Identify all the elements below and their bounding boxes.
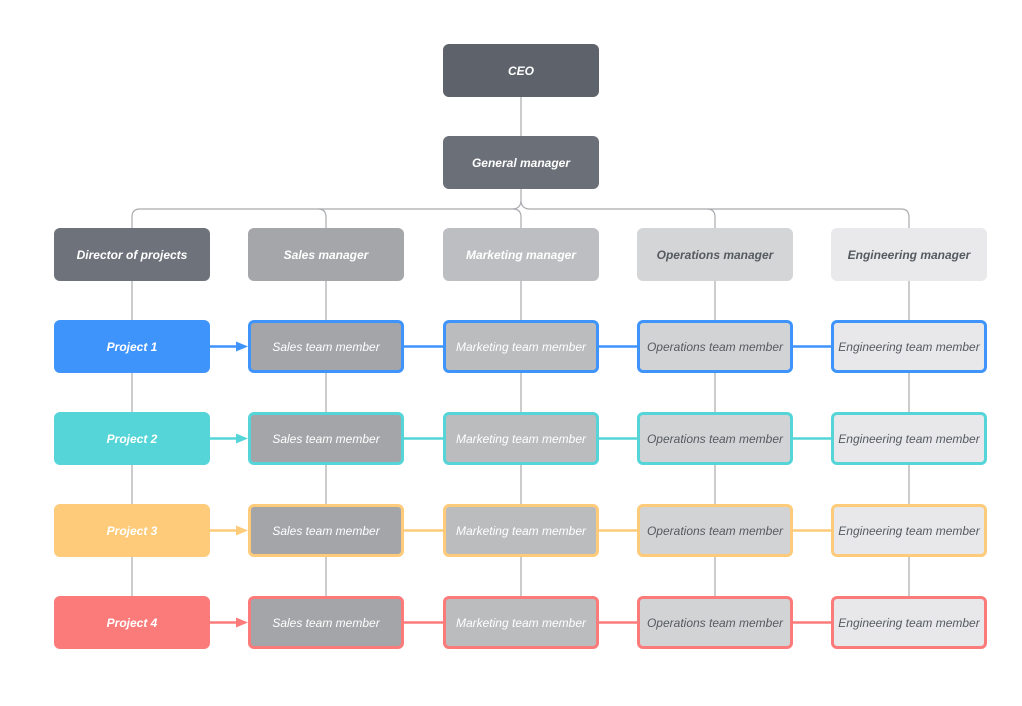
ceo-box-label: CEO bbox=[507, 63, 534, 78]
team-member-box[interactable]: Operations team member bbox=[637, 596, 793, 649]
team-member-box-label: Operations team member bbox=[646, 615, 784, 630]
team-member-box-label: Sales team member bbox=[272, 523, 380, 538]
manager-box-3[interactable]: Operations manager bbox=[637, 228, 793, 281]
manager-drop-connector bbox=[706, 208, 716, 228]
team-member-box[interactable]: Marketing team member bbox=[443, 412, 599, 465]
team-member-box[interactable]: Operations team member bbox=[637, 320, 793, 373]
team-member-box[interactable]: Sales team member bbox=[248, 412, 404, 465]
project-box-1-label: Project 1 bbox=[106, 339, 158, 354]
manager-box-0-label: Director of projects bbox=[76, 247, 188, 262]
manager-drop-connector bbox=[317, 208, 327, 228]
team-member-box[interactable]: Engineering team member bbox=[831, 320, 987, 373]
team-member-box-label: Sales team member bbox=[272, 431, 380, 446]
manager-box-4[interactable]: Engineering manager bbox=[831, 228, 987, 281]
project-box-4-label: Project 4 bbox=[106, 615, 158, 630]
team-member-box-label: Engineering team member bbox=[838, 523, 980, 538]
arrowhead-icon bbox=[236, 433, 248, 444]
manager-drop-connector bbox=[512, 208, 522, 228]
arrowhead-icon bbox=[236, 341, 248, 352]
manager-box-4-label: Engineering manager bbox=[847, 247, 971, 262]
project-box-3[interactable]: Project 3 bbox=[54, 504, 210, 557]
team-member-box[interactable]: Sales team member bbox=[248, 320, 404, 373]
team-member-box-label: Marketing team member bbox=[455, 431, 587, 446]
team-member-box-label: Operations team member bbox=[646, 523, 784, 538]
team-member-box[interactable]: Operations team member bbox=[637, 412, 793, 465]
team-member-box-label: Marketing team member bbox=[455, 339, 587, 354]
team-member-box[interactable]: Engineering team member bbox=[831, 596, 987, 649]
manager-box-3-label: Operations manager bbox=[656, 247, 774, 262]
team-member-box[interactable]: Sales team member bbox=[248, 596, 404, 649]
team-member-box-label: Engineering team member bbox=[838, 615, 980, 630]
project-box-2[interactable]: Project 2 bbox=[54, 412, 210, 465]
general-manager-box[interactable]: General manager bbox=[443, 136, 599, 189]
team-member-box-label: Operations team member bbox=[646, 431, 784, 446]
team-member-box-label: Engineering team member bbox=[838, 431, 980, 446]
team-member-box[interactable]: Marketing team member bbox=[443, 504, 599, 557]
project-box-1[interactable]: Project 1 bbox=[54, 320, 210, 373]
arrowhead-icon bbox=[236, 617, 248, 628]
team-member-box-label: Sales team member bbox=[272, 339, 380, 354]
team-member-box-label: Marketing team member bbox=[455, 523, 587, 538]
team-member-box[interactable]: Marketing team member bbox=[443, 596, 599, 649]
team-member-box-label: Sales team member bbox=[272, 615, 380, 630]
manager-box-1[interactable]: Sales manager bbox=[248, 228, 404, 281]
arrowhead-icon bbox=[236, 525, 248, 536]
team-member-box[interactable]: Sales team member bbox=[248, 504, 404, 557]
manager-box-1-label: Sales manager bbox=[283, 247, 369, 262]
general-manager-box-label: General manager bbox=[471, 155, 571, 170]
team-member-box[interactable]: Engineering team member bbox=[831, 412, 987, 465]
manager-box-2[interactable]: Marketing manager bbox=[443, 228, 599, 281]
project-box-4[interactable]: Project 4 bbox=[54, 596, 210, 649]
team-member-box-label: Marketing team member bbox=[455, 615, 587, 630]
manager-box-2-label: Marketing manager bbox=[465, 247, 577, 262]
team-member-box[interactable]: Engineering team member bbox=[831, 504, 987, 557]
project-box-2-label: Project 2 bbox=[106, 431, 158, 446]
team-member-box-label: Engineering team member bbox=[838, 339, 980, 354]
ceo-box[interactable]: CEO bbox=[443, 44, 599, 97]
manager-box-0[interactable]: Director of projects bbox=[54, 228, 210, 281]
team-member-box[interactable]: Marketing team member bbox=[443, 320, 599, 373]
team-member-box-label: Operations team member bbox=[646, 339, 784, 354]
team-member-box[interactable]: Operations team member bbox=[637, 504, 793, 557]
project-box-3-label: Project 3 bbox=[106, 523, 158, 538]
